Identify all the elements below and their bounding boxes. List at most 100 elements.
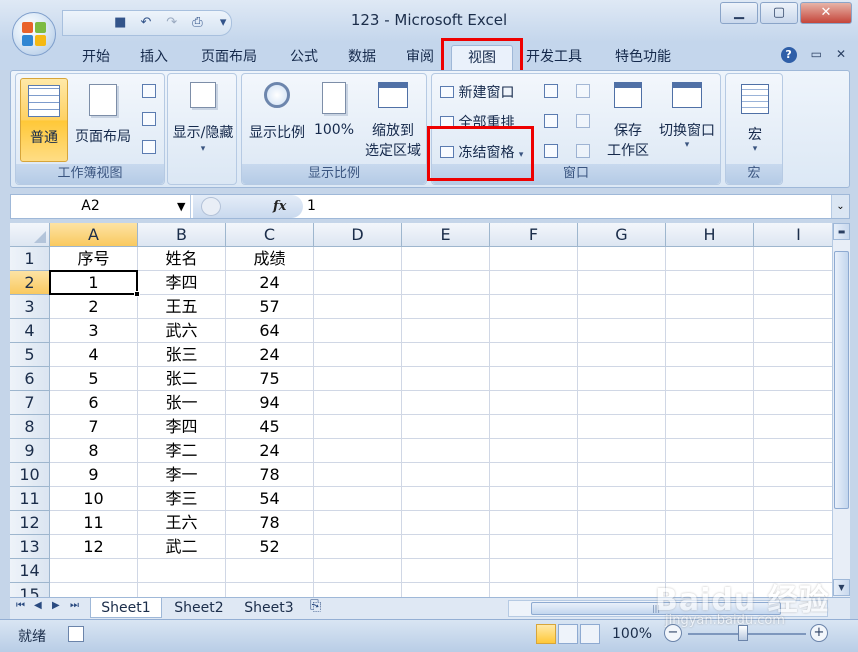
- cell-i8[interactable]: [754, 415, 832, 439]
- normal-view-button[interactable]: 普通: [20, 78, 68, 162]
- formula-cancel-icon[interactable]: [201, 197, 221, 216]
- cell-e11[interactable]: [402, 487, 490, 511]
- cell-c11[interactable]: 54: [226, 487, 314, 511]
- help-icon[interactable]: ?: [780, 47, 797, 63]
- maximize-button[interactable]: ▢: [760, 2, 798, 24]
- cell-c2[interactable]: 24: [226, 271, 314, 295]
- cell-e2[interactable]: [402, 271, 490, 295]
- vertical-scrollbar[interactable]: ▬ ▼: [832, 223, 850, 597]
- row-header-8[interactable]: 8: [10, 415, 50, 439]
- cell-b9[interactable]: 李二: [138, 439, 226, 463]
- cell-b15[interactable]: [138, 583, 226, 597]
- cell-a7[interactable]: 6: [50, 391, 138, 415]
- cell-b1[interactable]: 姓名: [138, 247, 226, 271]
- cell-e10[interactable]: [402, 463, 490, 487]
- tab-data[interactable]: 数据: [336, 45, 388, 70]
- cell-c6[interactable]: 75: [226, 367, 314, 391]
- next-sheet-icon[interactable]: ▶: [52, 600, 60, 611]
- sheet-tab-sheet2[interactable]: Sheet2: [164, 598, 234, 618]
- cell-e8[interactable]: [402, 415, 490, 439]
- cell-d8[interactable]: [314, 415, 402, 439]
- tab-review[interactable]: 审阅: [394, 45, 446, 70]
- cell-h3[interactable]: [666, 295, 754, 319]
- cell-h13[interactable]: [666, 535, 754, 559]
- cell-f13[interactable]: [490, 535, 578, 559]
- cell-d14[interactable]: [314, 559, 402, 583]
- cell-e4[interactable]: [402, 319, 490, 343]
- name-box[interactable]: A2: [11, 195, 191, 218]
- cell-e9[interactable]: [402, 439, 490, 463]
- split-box-icon[interactable]: ▬: [833, 223, 850, 240]
- row-header-13[interactable]: 13: [10, 535, 50, 559]
- cell-b3[interactable]: 王五: [138, 295, 226, 319]
- macro-record-icon[interactable]: [68, 626, 84, 642]
- row-header-6[interactable]: 6: [10, 367, 50, 391]
- cell-h5[interactable]: [666, 343, 754, 367]
- cell-d1[interactable]: [314, 247, 402, 271]
- zoom-to-selection-button[interactable]: 缩放到 选定区域: [360, 82, 426, 160]
- cell-i9[interactable]: [754, 439, 832, 463]
- cell-g7[interactable]: [578, 391, 666, 415]
- cell-b2[interactable]: 李四: [138, 271, 226, 295]
- cell-e6[interactable]: [402, 367, 490, 391]
- prev-sheet-icon[interactable]: ◀: [34, 600, 42, 611]
- new-window-button[interactable]: 新建窗口: [440, 82, 514, 102]
- cell-g12[interactable]: [578, 511, 666, 535]
- cell-a8[interactable]: 7: [50, 415, 138, 439]
- cell-g13[interactable]: [578, 535, 666, 559]
- cell-a10[interactable]: 9: [50, 463, 138, 487]
- cell-b7[interactable]: 张一: [138, 391, 226, 415]
- cell-f5[interactable]: [490, 343, 578, 367]
- tab-special-features[interactable]: 特色功能: [604, 45, 682, 70]
- formula-input[interactable]: 1: [307, 195, 316, 218]
- cell-c4[interactable]: 64: [226, 319, 314, 343]
- cell-a12[interactable]: 11: [50, 511, 138, 535]
- ribbon-close-icon[interactable]: ✕: [836, 47, 846, 63]
- column-header-d[interactable]: D: [314, 223, 402, 247]
- synchronous-scrolling-icon[interactable]: [576, 114, 590, 128]
- freeze-panes-button[interactable]: 冻结窗格 ▾: [440, 142, 523, 162]
- cell-f14[interactable]: [490, 559, 578, 583]
- zoom-out-icon[interactable]: −: [664, 624, 682, 642]
- cell-g15[interactable]: [578, 583, 666, 597]
- row-header-7[interactable]: 7: [10, 391, 50, 415]
- cell-i15[interactable]: [754, 583, 832, 597]
- cell-i6[interactable]: [754, 367, 832, 391]
- column-header-f[interactable]: F: [490, 223, 578, 247]
- cell-i3[interactable]: [754, 295, 832, 319]
- cell-c3[interactable]: 57: [226, 295, 314, 319]
- cell-a15[interactable]: [50, 583, 138, 597]
- cell-c10[interactable]: 78: [226, 463, 314, 487]
- custom-views-icon[interactable]: [142, 112, 156, 126]
- cell-g8[interactable]: [578, 415, 666, 439]
- cell-a11[interactable]: 10: [50, 487, 138, 511]
- cell-e3[interactable]: [402, 295, 490, 319]
- cell-a14[interactable]: [50, 559, 138, 583]
- reset-window-position-icon[interactable]: [576, 144, 590, 158]
- cell-f4[interactable]: [490, 319, 578, 343]
- cell-b13[interactable]: 武二: [138, 535, 226, 559]
- save-workspace-button[interactable]: 保存 工作区: [602, 82, 654, 160]
- cell-b6[interactable]: 张二: [138, 367, 226, 391]
- cell-h12[interactable]: [666, 511, 754, 535]
- cell-d5[interactable]: [314, 343, 402, 367]
- row-header-2[interactable]: 2: [10, 271, 50, 295]
- row-header-10[interactable]: 10: [10, 463, 50, 487]
- cell-i11[interactable]: [754, 487, 832, 511]
- arrange-all-button[interactable]: 全部重排: [440, 112, 514, 132]
- insert-function-icon[interactable]: fx: [273, 195, 286, 218]
- cell-g2[interactable]: [578, 271, 666, 295]
- cell-b10[interactable]: 李一: [138, 463, 226, 487]
- cell-f11[interactable]: [490, 487, 578, 511]
- cell-g3[interactable]: [578, 295, 666, 319]
- tab-page-layout[interactable]: 页面布局: [190, 45, 268, 70]
- first-sheet-icon[interactable]: ⏮: [16, 600, 25, 611]
- column-header-g[interactable]: G: [578, 223, 666, 247]
- fill-handle[interactable]: [134, 291, 140, 297]
- cell-c14[interactable]: [226, 559, 314, 583]
- column-header-e[interactable]: E: [402, 223, 490, 247]
- cell-e14[interactable]: [402, 559, 490, 583]
- cell-h10[interactable]: [666, 463, 754, 487]
- cell-d12[interactable]: [314, 511, 402, 535]
- cell-h1[interactable]: [666, 247, 754, 271]
